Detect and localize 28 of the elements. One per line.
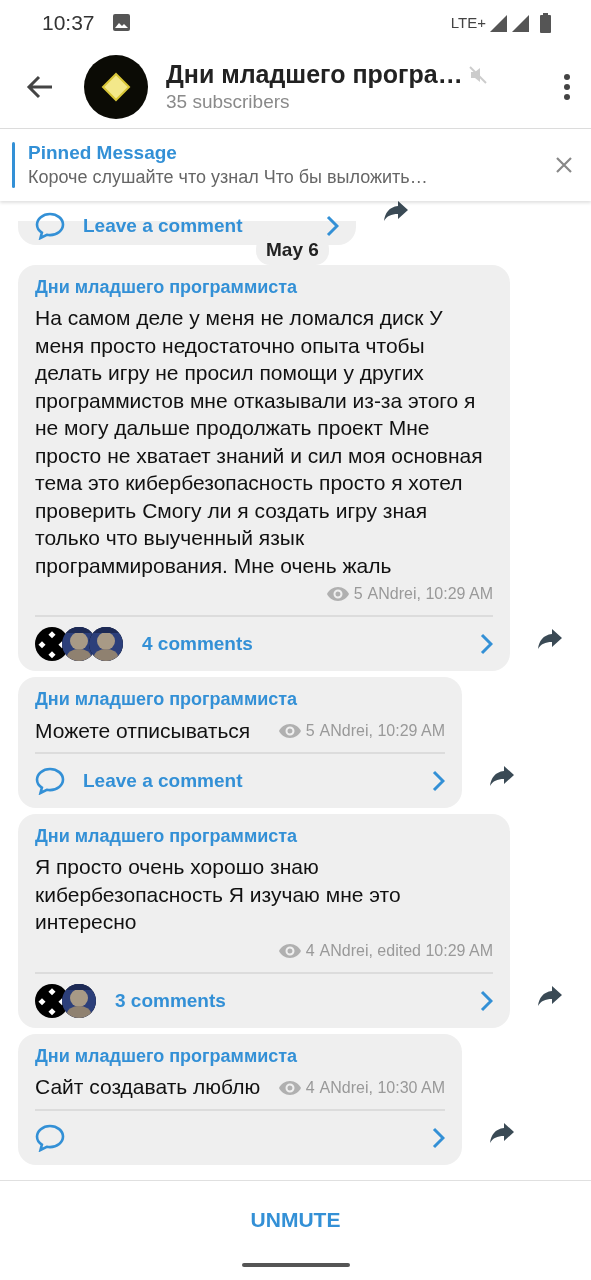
subscriber-count: 35 subscribers xyxy=(166,91,291,113)
message-text: Можете отписываться xyxy=(35,717,251,744)
author-name: Дни младшего программиста xyxy=(35,277,299,298)
author-name: Дни младшего программиста xyxy=(35,826,299,847)
comments-link[interactable]: 3 comments xyxy=(115,989,226,1012)
comments-link[interactable]: Leave a comment xyxy=(83,770,243,792)
author-name: Дни младшего программиста xyxy=(35,1045,299,1067)
post-signature: ANdrei, 10:30 AM xyxy=(319,1078,445,1097)
view-count: 5 xyxy=(305,722,315,740)
pinned-message-bar[interactable]: Pinned Message Короче слушайте что узнал Что бы выложить… xyxy=(0,129,591,201)
view-count: 5 xyxy=(353,585,363,603)
comments-link[interactable]: 4 comments xyxy=(142,633,253,655)
pinned-text: Короче слушайте что узнал Что бы выложить… xyxy=(28,167,429,188)
view-count: 4 xyxy=(305,1078,315,1097)
channel-title: Дни младшего програ… xyxy=(166,60,463,89)
unmute-button[interactable]: UNMUTE xyxy=(244,1207,347,1233)
comments-link[interactable]: Leave a comment xyxy=(83,215,243,237)
pinned-title: Pinned Message xyxy=(28,142,178,164)
post-signature: ANdrei, 10:29 AM xyxy=(319,722,445,740)
post-signature: ANdrei, 10:29 AM xyxy=(367,585,493,603)
view-count: 4 xyxy=(305,941,315,960)
author-name: Дни младшего программиста xyxy=(35,689,299,710)
post-signature: ANdrei, edited 10:29 AM xyxy=(319,941,493,960)
message-text: Я просто очень хорошо знаю кибербезопасность Я изучаю мне это интересно xyxy=(35,854,402,935)
message-text: На самом деле у меня не ломался диск У меня просто недостаточно опыта чтобы делать игру не просил помощи у других программистов мне отказывали из-за этого я не могу дальше продолжать проект Мне просто не хватает знаний и сил моя основная тема это кибербезопасность просто я хотел проверить Смогу ли я создать игру зная только что выученный язык программирования. Мне очень жаль xyxy=(35,305,484,579)
clock: 10:37 xyxy=(42,10,95,35)
network-type: LTE+ xyxy=(450,14,486,31)
message-text: Сайт создавать люблю xyxy=(35,1074,261,1100)
